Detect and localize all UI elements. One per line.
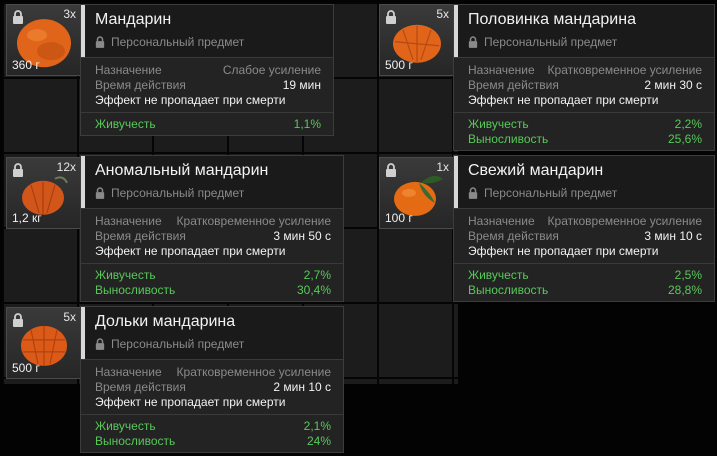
- inventory-slot-fresh-mandarin[interactable]: 1x 100 г: [379, 157, 455, 229]
- lock-icon: [468, 187, 478, 199]
- item-weight: 500 г: [12, 361, 40, 375]
- item-stats: Живучесть 2,5% Выносливость 28,8%: [454, 264, 714, 301]
- lock-icon: [95, 36, 105, 48]
- stat-row: Живучесть 2,2%: [468, 117, 702, 131]
- item-weight: 500 г: [385, 58, 413, 72]
- item-title: Аномальный мандарин: [95, 162, 269, 179]
- personal-item-label: Персональный предмет: [95, 35, 333, 49]
- personal-item-label: Персональный предмет: [468, 186, 714, 200]
- tooltip-half-mandarin: Половинка мандарина Персональный предмет…: [453, 4, 715, 151]
- item-info: Назначение Слабое усиление Время действия…: [81, 58, 333, 113]
- tooltip-anomalous-mandarin: Аномальный мандарин Персональный предмет…: [80, 155, 344, 302]
- duration-value: 3 мин 50 с: [273, 229, 331, 243]
- purpose-value: Кратковременное усиление: [547, 63, 702, 77]
- item-title: Свежий мандарин: [468, 162, 604, 179]
- item-stats: Живучесть 2,1% Выносливость 24%: [81, 415, 343, 452]
- item-title: Дольки мандарина: [95, 313, 236, 330]
- duration-value: 2 мин 30 с: [644, 78, 702, 92]
- tooltip-mandarin: Мандарин Персональный предмет Назначение…: [80, 4, 334, 136]
- stat-row: Живучесть 1,1%: [95, 117, 321, 131]
- duration-value: 19 мин: [282, 78, 321, 92]
- lock-icon: [95, 338, 105, 350]
- tooltip-header: Половинка мандарина Персональный предмет: [454, 5, 714, 58]
- personal-item-label: Персональный предмет: [468, 35, 714, 49]
- item-info: Назначение Кратковременное усиление Время…: [454, 209, 714, 264]
- item-weight: 1,2 кг: [12, 211, 42, 225]
- item-stats: Живучесть 1,1%: [81, 113, 333, 135]
- death-note: Эффект не пропадает при смерти: [95, 244, 286, 258]
- personal-item-label: Персональный предмет: [95, 186, 343, 200]
- death-note: Эффект не пропадает при смерти: [468, 93, 659, 107]
- death-note: Эффект не пропадает при смерти: [95, 395, 286, 409]
- purpose-value: Слабое усиление: [222, 63, 321, 77]
- item-info: Назначение Кратковременное усиление Время…: [81, 209, 343, 264]
- item-weight: 100 г: [385, 211, 413, 225]
- tooltip-header: Мандарин Персональный предмет: [81, 5, 333, 58]
- item-title: Половинка мандарина: [468, 11, 636, 28]
- stat-row: Живучесть 2,1%: [95, 419, 331, 433]
- tooltip-mandarin-slices: Дольки мандарина Персональный предмет На…: [80, 306, 344, 453]
- personal-item-label: Персональный предмет: [95, 337, 343, 351]
- item-weight: 360 г: [12, 58, 40, 72]
- tooltip-header: Аномальный мандарин Персональный предмет: [81, 156, 343, 209]
- item-stats: Живучесть 2,7% Выносливость 30,4%: [81, 264, 343, 301]
- stat-row: Живучесть 2,5%: [468, 268, 702, 282]
- purpose-value: Кратковременное усиление: [547, 214, 702, 228]
- item-stats: Живучесть 2,2% Выносливость 25,6%: [454, 113, 714, 150]
- purpose-value: Кратковременное усиление: [176, 365, 331, 379]
- inventory-slot-mandarin-slices[interactable]: 5x 500 г: [6, 307, 82, 379]
- inventory-slot-mandarin[interactable]: 3x 360 г: [6, 4, 82, 76]
- lock-icon: [95, 187, 105, 199]
- tooltip-header: Свежий мандарин Персональный предмет: [454, 156, 714, 209]
- purpose-value: Кратковременное усиление: [176, 214, 331, 228]
- stat-row: Выносливость 30,4%: [95, 283, 331, 297]
- tooltip-fresh-mandarin: Свежий мандарин Персональный предмет Наз…: [453, 155, 715, 302]
- stat-row: Выносливость 28,8%: [468, 283, 702, 297]
- stat-row: Выносливость 24%: [95, 434, 331, 448]
- inventory-slot-half-mandarin[interactable]: 5x 500 г: [379, 4, 455, 76]
- item-info: Назначение Кратковременное усиление Время…: [454, 58, 714, 113]
- stat-row: Выносливость 25,6%: [468, 132, 702, 146]
- item-info: Назначение Кратковременное усиление Время…: [81, 360, 343, 415]
- stat-row: Живучесть 2,7%: [95, 268, 331, 282]
- duration-value: 3 мин 10 с: [644, 229, 702, 243]
- death-note: Эффект не пропадает при смерти: [468, 244, 659, 258]
- duration-value: 2 мин 10 с: [273, 380, 331, 394]
- death-note: Эффект не пропадает при смерти: [95, 93, 286, 107]
- item-title: Мандарин: [95, 11, 172, 28]
- tooltip-header: Дольки мандарина Персональный предмет: [81, 307, 343, 360]
- inventory-slot-anomalous-mandarin[interactable]: 12x 1,2 кг: [6, 157, 82, 229]
- lock-icon: [468, 36, 478, 48]
